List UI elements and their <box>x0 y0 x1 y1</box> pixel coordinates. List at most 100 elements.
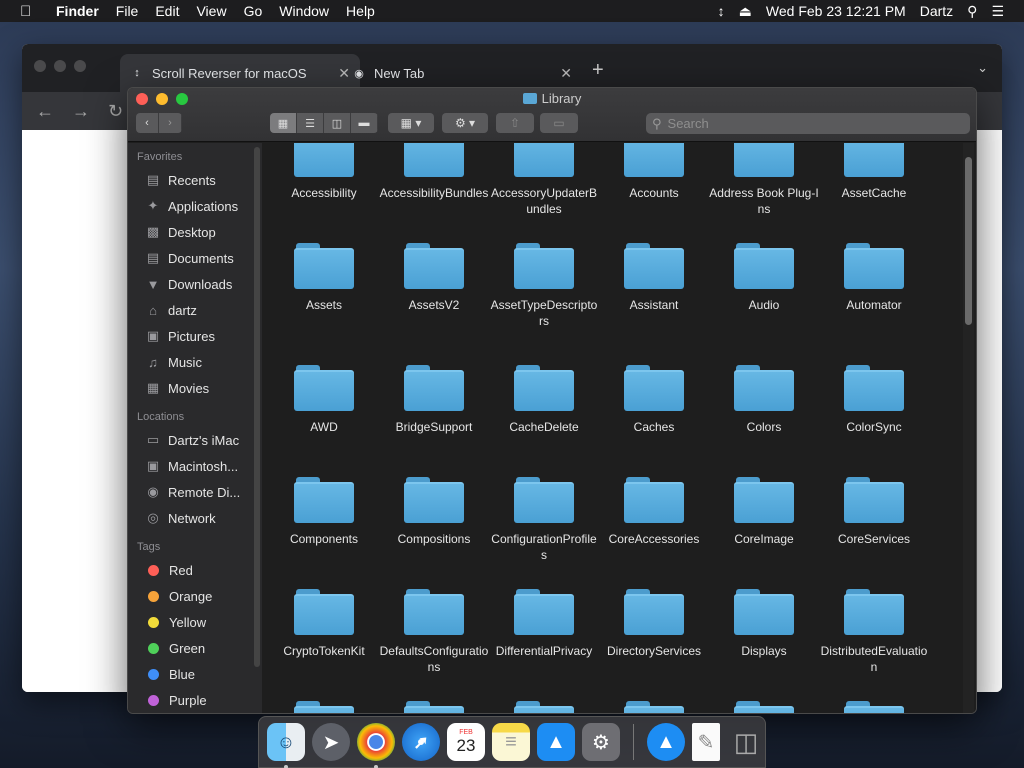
folder-item[interactable]: Accounts <box>599 143 709 201</box>
dock-chrome-icon[interactable] <box>357 723 395 768</box>
share-button[interactable]: ⇧ <box>496 113 534 133</box>
folder-item[interactable]: Address Book Plug-Ins <box>709 143 819 217</box>
folder-item[interactable]: Automator <box>819 243 929 313</box>
back-arrow-icon[interactable]: ← <box>36 101 54 122</box>
forward-button[interactable]: › <box>159 113 182 133</box>
folder-item[interactable]: DistributedEvaluation <box>819 589 929 675</box>
folder-item[interactable]: Components <box>269 477 379 547</box>
dock-app-store-icon[interactable]: ▲ <box>537 723 575 761</box>
list-view-button[interactable]: ☰ <box>297 113 324 133</box>
folder-item[interactable]: AWD <box>269 365 379 435</box>
chrome-zoom-button[interactable] <box>74 60 86 72</box>
action-gear-button[interactable]: ⚙ ▾ <box>442 113 488 133</box>
new-tab-plus-icon[interactable]: + <box>592 59 604 82</box>
folder-item[interactable]: AccessoryUpdaterBundles <box>489 143 599 217</box>
apple-menu-icon[interactable]:  <box>20 3 38 20</box>
back-button[interactable]: ‹ <box>136 113 159 133</box>
scrollbar-thumb[interactable] <box>965 157 972 325</box>
search-input[interactable] <box>667 116 948 131</box>
sidebar-item-applications[interactable]: ✦ Applications <box>128 193 262 219</box>
sidebar-item-pictures[interactable]: ▣ Pictures <box>128 323 262 349</box>
menu-file[interactable]: File <box>116 3 139 19</box>
scroll-reverser-icon[interactable]: ↕ <box>718 3 725 19</box>
dock-system-preferences-icon[interactable]: ⚙ <box>582 723 620 761</box>
group-by-button[interactable]: ▦ ▾ <box>388 113 434 133</box>
sidebar-item-home[interactable]: ⌂ dartz <box>128 297 262 323</box>
folder-item[interactable]: Caches <box>599 365 709 435</box>
folder-item[interactable]: ColorSync <box>819 365 929 435</box>
folder-item[interactable]: Compositions <box>379 477 489 547</box>
spotlight-icon[interactable]: ⚲ <box>967 3 977 20</box>
tags-button[interactable]: ▭ <box>540 113 578 133</box>
icon-view-button[interactable]: ▦ <box>270 113 297 133</box>
menu-edit[interactable]: Edit <box>155 3 179 19</box>
sidebar-tag-blue[interactable]: Blue <box>128 661 262 687</box>
dock-downloads-stack-icon[interactable]: ▲ <box>647 723 685 761</box>
sidebar-tag-yellow[interactable]: Yellow <box>128 609 262 635</box>
folder-item[interactable] <box>599 701 709 713</box>
reload-icon[interactable]: ↻ <box>108 101 123 122</box>
sidebar-item-documents[interactable]: ▤ Documents <box>128 245 262 271</box>
sidebar-item-network[interactable]: ◎ Network <box>128 505 262 531</box>
folder-item[interactable]: CoreServices <box>819 477 929 547</box>
dock-finder-icon[interactable]: ☺ <box>267 723 305 768</box>
column-view-button[interactable]: ◫ <box>324 113 351 133</box>
menubar-user[interactable]: Dartz <box>920 3 953 19</box>
folder-item[interactable]: DifferentialPrivacy <box>489 589 599 659</box>
dock-launchpad-icon[interactable]: ➤ <box>312 723 350 761</box>
gallery-view-button[interactable]: ▬ <box>351 113 378 133</box>
menu-window[interactable]: Window <box>279 3 329 19</box>
sidebar-scrollbar[interactable] <box>254 147 260 667</box>
folder-item[interactable]: DirectoryServices <box>599 589 709 659</box>
folder-item[interactable] <box>489 701 599 713</box>
sidebar-item-downloads[interactable]: ▼ Downloads <box>128 271 262 297</box>
sidebar-item-desktop[interactable]: ▩ Desktop <box>128 219 262 245</box>
sidebar-item-recents[interactable]: ▤ Recents <box>128 167 262 193</box>
dock-notes-icon[interactable]: ≡ <box>492 723 530 761</box>
folder-item[interactable] <box>709 701 819 713</box>
sidebar-item-imac[interactable]: ▭ Dartz's iMac <box>128 427 262 453</box>
folder-item[interactable] <box>379 701 489 713</box>
folder-item[interactable]: Assets <box>269 243 379 313</box>
forward-arrow-icon[interactable]: → <box>72 101 90 122</box>
sidebar-item-macintosh-hd[interactable]: ▣ Macintosh... <box>128 453 262 479</box>
chrome-minimize-button[interactable] <box>54 60 66 72</box>
folder-item[interactable]: CryptoTokenKit <box>269 589 379 659</box>
folder-item[interactable]: CacheDelete <box>489 365 599 435</box>
folder-item[interactable]: CoreAccessories <box>599 477 709 547</box>
menu-finder[interactable]: Finder <box>56 3 99 19</box>
dock-safari-icon[interactable]: ➚ <box>402 723 440 761</box>
dock-trash-icon[interactable]: ◫ <box>727 723 765 761</box>
folder-item[interactable]: AccessibilityBundles <box>379 143 489 201</box>
sidebar-tag-red[interactable]: Red <box>128 557 262 583</box>
tab-close-icon[interactable]: ✕ <box>560 65 572 82</box>
eject-icon[interactable]: ⏏ <box>739 3 752 20</box>
folder-item[interactable] <box>819 701 929 713</box>
menu-go[interactable]: Go <box>244 3 263 19</box>
folder-item[interactable]: ConfigurationProfiles <box>489 477 599 563</box>
tab-search-chevron-icon[interactable]: ⌄ <box>977 60 988 76</box>
folder-item[interactable]: BridgeSupport <box>379 365 489 435</box>
sidebar-item-music[interactable]: ♫ Music <box>128 349 262 375</box>
folder-item[interactable]: Assistant <box>599 243 709 313</box>
sidebar-item-movies[interactable]: ▦ Movies <box>128 375 262 401</box>
folder-item[interactable]: AssetTypeDescriptors <box>489 243 599 329</box>
dock-calendar-icon[interactable]: FEB 23 <box>447 723 485 761</box>
folder-item[interactable] <box>269 701 379 713</box>
notification-center-icon[interactable]: ☰ <box>991 3 1004 20</box>
chrome-close-button[interactable] <box>34 60 46 72</box>
folder-item[interactable]: Colors <box>709 365 819 435</box>
sidebar-tag-green[interactable]: Green <box>128 635 262 661</box>
menu-view[interactable]: View <box>196 3 226 19</box>
search-field[interactable]: ⚲ <box>646 113 970 134</box>
dock-document-icon[interactable]: ✎ <box>692 723 720 761</box>
folder-item[interactable]: Audio <box>709 243 819 313</box>
sidebar-item-remote-disc[interactable]: ◉ Remote Di... <box>128 479 262 505</box>
folder-item[interactable]: Accessibility <box>269 143 379 201</box>
menubar-clock[interactable]: Wed Feb 23 12:21 PM <box>766 3 906 19</box>
folder-item[interactable]: AssetCache <box>819 143 929 201</box>
menu-help[interactable]: Help <box>346 3 375 19</box>
folder-item[interactable]: AssetsV2 <box>379 243 489 313</box>
folder-item[interactable]: CoreImage <box>709 477 819 547</box>
sidebar-tag-orange[interactable]: Orange <box>128 583 262 609</box>
